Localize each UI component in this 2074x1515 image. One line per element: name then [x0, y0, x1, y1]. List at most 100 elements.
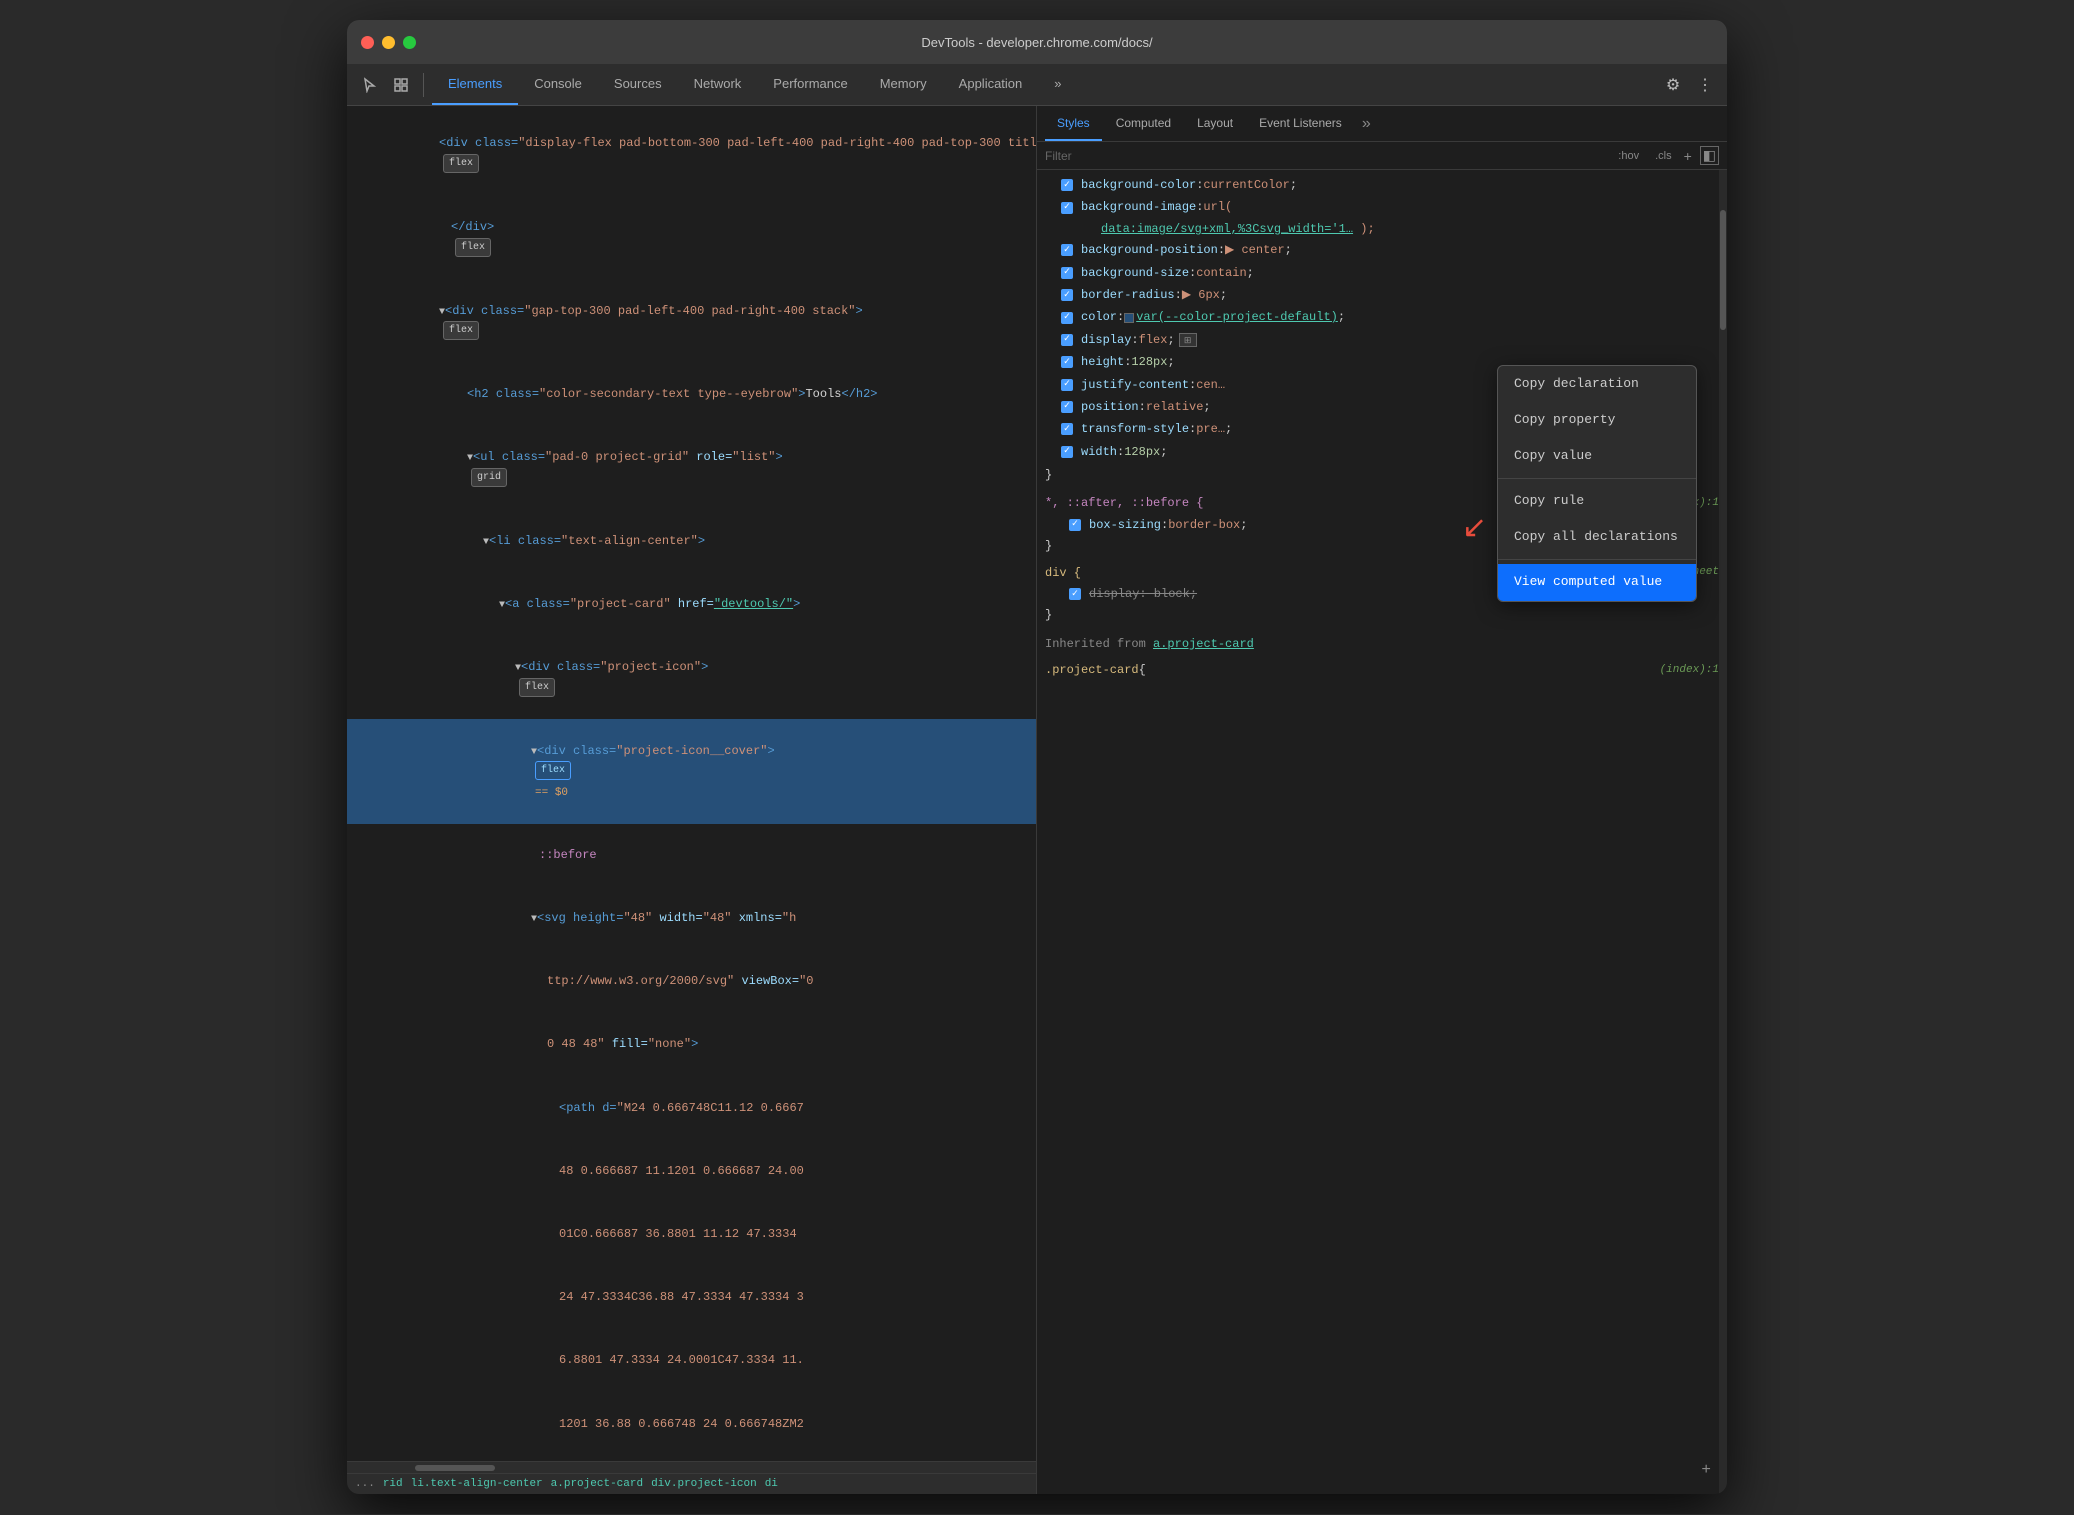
context-menu-copy-all-declarations[interactable]: Copy all declarations — [1498, 519, 1696, 555]
project-card-rule: .project-card { (index):1 — [1037, 658, 1727, 682]
styles-panel: Styles Computed Layout Event Listeners »… — [1037, 106, 1727, 1494]
tab-list: Elements Console Sources Network Perform… — [432, 64, 1655, 105]
dom-tree: <div class="display-flex pad-bottom-300 … — [347, 106, 1036, 1461]
cursor-icon[interactable] — [355, 71, 383, 99]
inherited-selector-link[interactable]: a.project-card — [1153, 637, 1254, 651]
scrollbar-thumb[interactable] — [415, 1465, 495, 1471]
dom-line[interactable]: ▼<svg height="48" width="48" xmlns="h — [347, 887, 1036, 950]
breadcrumb-item[interactable]: rid — [383, 1478, 403, 1490]
inherited-label: Inherited from a.project-card — [1037, 630, 1727, 658]
prop-checkbox[interactable] — [1061, 379, 1073, 391]
settings-icon[interactable]: ⚙ — [1659, 71, 1687, 99]
minimize-button[interactable] — [382, 36, 395, 49]
dom-line[interactable]: ▼<a class="project-card" href="devtools/… — [347, 573, 1036, 636]
prop-checkbox[interactable] — [1061, 244, 1073, 256]
css-prop-background-image[interactable]: background-image: url( — [1037, 196, 1727, 218]
prop-checkbox[interactable] — [1061, 334, 1073, 346]
prop-checkbox[interactable] — [1061, 267, 1073, 279]
inspect-icon[interactable] — [387, 71, 415, 99]
prop-checkbox[interactable] — [1061, 446, 1073, 458]
css-prop-display[interactable]: display: flex; ⊞ — [1037, 329, 1727, 351]
dom-line[interactable]: <div class="display-flex pad-bottom-300 … — [347, 112, 1036, 196]
prop-checkbox[interactable] — [1061, 289, 1073, 301]
prop-checkbox[interactable] — [1061, 401, 1073, 413]
dom-line[interactable]: ▼<ul class="pad-0 project-grid" role="li… — [347, 426, 1036, 510]
toggle-sidebar-icon[interactable]: ◧ — [1700, 146, 1719, 165]
breadcrumb-more[interactable]: ... — [355, 1478, 375, 1490]
dom-line[interactable]: <h2 class="color-secondary-text type--ey… — [347, 363, 1036, 426]
close-button[interactable] — [361, 36, 374, 49]
add-class-icon[interactable]: + — [1684, 148, 1692, 164]
maximize-button[interactable] — [403, 36, 416, 49]
css-prop-background-position[interactable]: background-position: ▶ center; — [1037, 239, 1727, 261]
dom-line: 48 0.666687 11.1201 0.666687 24.00 — [347, 1139, 1036, 1202]
rule-close-brace: } — [1045, 605, 1719, 625]
cls-button[interactable]: .cls — [1651, 148, 1676, 164]
prop-checkbox[interactable] — [1061, 312, 1073, 324]
dom-line[interactable]: <path d="M24 0.666748C11.12 0.6667 — [347, 1076, 1036, 1139]
dom-panel: <div class="display-flex pad-bottom-300 … — [347, 106, 1037, 1494]
breadcrumb: ... rid li.text-align-center a.project-c… — [347, 1473, 1036, 1494]
tab-console[interactable]: Console — [518, 64, 598, 105]
dom-line[interactable]: ::before — [347, 824, 1036, 887]
context-menu-copy-value[interactable]: Copy value — [1498, 438, 1696, 474]
prop-checkbox[interactable] — [1061, 202, 1073, 214]
title-bar: DevTools - developer.chrome.com/docs/ — [347, 20, 1727, 64]
dom-line: 1201 36.88 0.666748 24 0.666748ZM2 — [347, 1392, 1036, 1455]
css-prop-background-size[interactable]: background-size: contain; — [1037, 262, 1727, 284]
css-prop-border-radius[interactable]: border-radius: ▶ 6px; — [1037, 284, 1727, 306]
add-style-button[interactable]: + — [1701, 1457, 1711, 1484]
context-menu-copy-rule[interactable]: Copy rule — [1498, 483, 1696, 519]
prop-checkbox[interactable] — [1069, 588, 1081, 600]
context-menu-view-computed[interactable]: View computed value — [1498, 564, 1696, 600]
scrollbar-area[interactable] — [1719, 170, 1727, 1494]
styles-tabs: Styles Computed Layout Event Listeners » — [1037, 106, 1727, 142]
hov-button[interactable]: :hov — [1614, 148, 1643, 164]
dom-line: 6.8801 47.3334 24.0001C47.3334 11. — [347, 1329, 1036, 1392]
tab-computed[interactable]: Computed — [1104, 106, 1183, 141]
breadcrumb-item[interactable]: a.project-card — [551, 1478, 643, 1490]
dom-line[interactable]: </div> flex — [347, 196, 1036, 280]
tab-performance[interactable]: Performance — [757, 64, 863, 105]
dom-line[interactable]: ▼<li class="text-align-center"> — [347, 509, 1036, 572]
filter-input[interactable] — [1045, 149, 1606, 163]
dom-line: 0 48 48" fill="none"> — [347, 1013, 1036, 1076]
context-menu-separator-2 — [1498, 559, 1696, 560]
breadcrumb-item[interactable]: li.text-align-center — [411, 1478, 543, 1490]
scrollbar-thumb[interactable] — [1720, 210, 1726, 330]
tab-layout[interactable]: Layout — [1185, 106, 1245, 141]
tab-network[interactable]: Network — [678, 64, 758, 105]
tab-memory[interactable]: Memory — [864, 64, 943, 105]
styles-content: background-color: currentColor; backgrou… — [1037, 170, 1727, 1494]
context-menu-copy-property[interactable]: Copy property — [1498, 402, 1696, 438]
prop-checkbox[interactable] — [1061, 356, 1073, 368]
tab-more[interactable]: » — [1038, 64, 1077, 105]
css-prop-color[interactable]: color: var(--color-project-default); — [1037, 306, 1727, 328]
main-toolbar: Elements Console Sources Network Perform… — [347, 64, 1727, 106]
tab-sources[interactable]: Sources — [598, 64, 678, 105]
tab-application[interactable]: Application — [943, 64, 1039, 105]
traffic-lights — [361, 36, 416, 49]
dom-scrollbar[interactable] — [347, 1461, 1036, 1473]
prop-checkbox[interactable] — [1061, 179, 1073, 191]
flex-icon[interactable]: ⊞ — [1179, 333, 1197, 347]
toolbar-right: ⚙ ⋮ — [1659, 71, 1719, 99]
dom-line: 01C0.666687 36.8801 11.12 47.3334 — [347, 1203, 1036, 1266]
dom-line[interactable]: ▼<div class="project-icon"> flex — [347, 636, 1036, 720]
tab-styles[interactable]: Styles — [1045, 106, 1102, 141]
css-prop-background-color[interactable]: background-color: currentColor; — [1037, 174, 1727, 196]
prop-checkbox[interactable] — [1061, 423, 1073, 435]
styles-tabs-more[interactable]: » — [1356, 115, 1377, 133]
dom-line-selected[interactable]: ▼<div class="project-icon__cover"> flex … — [347, 719, 1036, 823]
window-title: DevTools - developer.chrome.com/docs/ — [921, 35, 1152, 50]
prop-checkbox[interactable] — [1069, 519, 1081, 531]
color-swatch[interactable] — [1124, 313, 1134, 323]
tab-event-listeners[interactable]: Event Listeners — [1247, 106, 1354, 141]
dom-line[interactable]: ▼<div class="gap-top-300 pad-left-400 pa… — [347, 279, 1036, 363]
breadcrumb-item[interactable]: div.project-icon — [651, 1478, 757, 1490]
tab-elements[interactable]: Elements — [432, 64, 518, 105]
breadcrumb-item[interactable]: di — [765, 1478, 778, 1490]
more-options-icon[interactable]: ⋮ — [1691, 71, 1719, 99]
toolbar-separator — [423, 73, 424, 97]
context-menu-copy-declaration[interactable]: Copy declaration — [1498, 366, 1696, 402]
